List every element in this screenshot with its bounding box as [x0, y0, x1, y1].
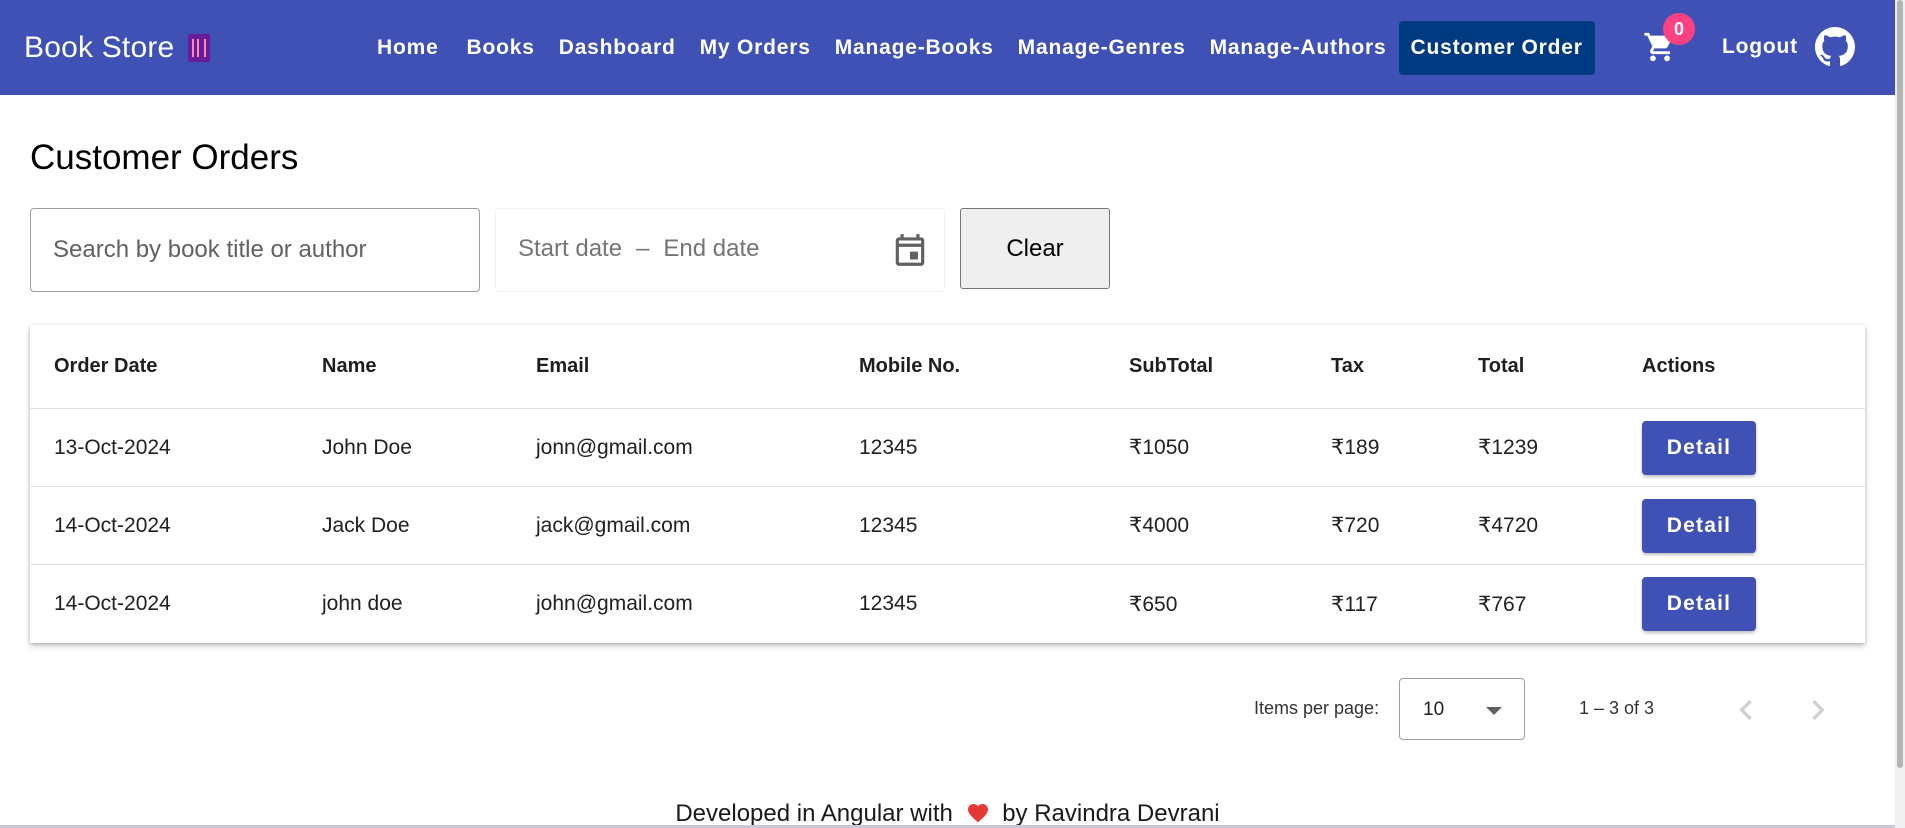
date-separator: –: [636, 235, 650, 262]
actions-cell: Detail: [1642, 565, 1756, 643]
logout-link[interactable]: Logout: [1710, 20, 1810, 74]
tax-cell: ₹189: [1331, 436, 1380, 459]
total-cell: ₹4720: [1478, 514, 1539, 537]
pagination-range: 1 – 3 of 3: [1579, 698, 1655, 718]
books-icon: [188, 33, 211, 62]
order-date-cell: 13-Oct-2024: [54, 435, 171, 459]
chevron-right-icon: [1812, 700, 1825, 720]
github-icon: [1815, 27, 1855, 67]
nav-home[interactable]: Home: [365, 21, 451, 75]
column-header-name: Name: [322, 355, 377, 377]
nav-books[interactable]: Books: [455, 21, 547, 75]
page-size-value: 10: [1423, 699, 1445, 720]
clear-button[interactable]: Clear: [960, 208, 1110, 289]
name-cell: John Doe: [322, 435, 412, 459]
email-cell: jack@gmail.com: [536, 513, 691, 537]
date-range-field[interactable]: Start date – End date: [495, 208, 945, 292]
items-per-page-label: Items per page:: [1254, 698, 1380, 718]
table-row: 14-Oct-2024 john doe john@gmail.com 1234…: [30, 565, 1865, 643]
chevron-left-icon: [1739, 700, 1752, 720]
page-title: Customer Orders: [30, 138, 299, 177]
footer: Developed in Angular with by Ravindra De…: [0, 800, 1895, 828]
github-link[interactable]: [1815, 27, 1855, 67]
subtotal-cell: ₹1050: [1129, 436, 1190, 459]
column-header-subtotal: SubTotal: [1129, 355, 1214, 377]
scrollbar-thumb[interactable]: [1897, 0, 1903, 768]
previous-page-button[interactable]: [1726, 690, 1766, 730]
date-range-inputs: Start date – End date: [518, 235, 760, 263]
name-cell: Jack Doe: [322, 513, 410, 537]
detail-button[interactable]: Detail: [1642, 420, 1756, 475]
heart-icon: [967, 804, 988, 823]
actions-cell: Detail: [1642, 409, 1756, 486]
nav-my-orders[interactable]: My Orders: [688, 21, 823, 75]
page-size-select[interactable]: 10: [1399, 678, 1525, 740]
calendar-icon: [895, 234, 925, 266]
email-cell: john@gmail.com: [536, 592, 693, 615]
column-header-order-date: Order Date: [54, 355, 158, 377]
nav-manage-authors[interactable]: Manage-Authors: [1198, 21, 1399, 75]
table-header-row: Order Date Name Email Mobile No. SubTota…: [30, 325, 1865, 409]
email-cell: jonn@gmail.com: [536, 435, 693, 459]
column-header-tax: Tax: [1331, 355, 1364, 377]
total-cell: ₹1239: [1478, 436, 1539, 459]
name-cell: john doe: [322, 592, 403, 615]
search-input[interactable]: [31, 209, 479, 291]
subtotal-cell: ₹4000: [1129, 514, 1190, 537]
nav-customer-order[interactable]: Customer Order: [1398, 20, 1595, 75]
detail-button[interactable]: Detail: [1642, 498, 1756, 553]
table-row: 14-Oct-2024 Jack Doe jack@gmail.com 1234…: [30, 487, 1865, 565]
footer-text-before: Developed in Angular with: [675, 800, 953, 827]
brand-title[interactable]: Book Store: [24, 31, 174, 65]
nav-dashboard[interactable]: Dashboard: [547, 21, 688, 75]
orders-table: Order Date Name Email Mobile No. SubTota…: [30, 325, 1865, 643]
tax-cell: ₹117: [1331, 592, 1378, 616]
actions-cell: Detail: [1642, 487, 1756, 564]
dropdown-arrow-icon: [1486, 707, 1502, 715]
mobile-cell: 12345: [859, 435, 918, 459]
main-nav: Home Books Dashboard My Orders Manage-Bo…: [365, 0, 1595, 95]
nav-manage-genres[interactable]: Manage-Genres: [1006, 21, 1198, 75]
total-cell: ₹767: [1478, 592, 1527, 616]
cart-count-badge: 0: [1663, 13, 1695, 45]
nav-manage-books[interactable]: Manage-Books: [823, 21, 1006, 75]
mobile-cell: 12345: [859, 513, 918, 537]
table-row: 13-Oct-2024 John Doe jonn@gmail.com 1234…: [30, 409, 1865, 487]
order-date-cell: 14-Oct-2024: [54, 513, 171, 537]
next-page-button[interactable]: [1798, 690, 1838, 730]
datepicker-toggle-button[interactable]: [891, 231, 929, 269]
end-date-input[interactable]: End date: [663, 235, 759, 263]
footer-text-after: by Ravindra Devrani: [1002, 800, 1220, 827]
start-date-input[interactable]: Start date: [518, 235, 622, 263]
column-header-total: Total: [1478, 355, 1525, 377]
order-date-cell: 14-Oct-2024: [54, 592, 171, 615]
brand[interactable]: Book Store: [24, 0, 211, 95]
column-header-email: Email: [536, 355, 590, 377]
tax-cell: ₹720: [1331, 514, 1380, 537]
column-header-actions: Actions: [1642, 355, 1716, 377]
top-toolbar: Book Store Home Books Dashboard My Order…: [0, 0, 1895, 95]
search-field[interactable]: [30, 208, 480, 292]
subtotal-cell: ₹650: [1129, 592, 1178, 616]
detail-button[interactable]: Detail: [1642, 577, 1756, 631]
mobile-cell: 12345: [859, 592, 918, 615]
column-header-mobile: Mobile No.: [859, 355, 961, 377]
